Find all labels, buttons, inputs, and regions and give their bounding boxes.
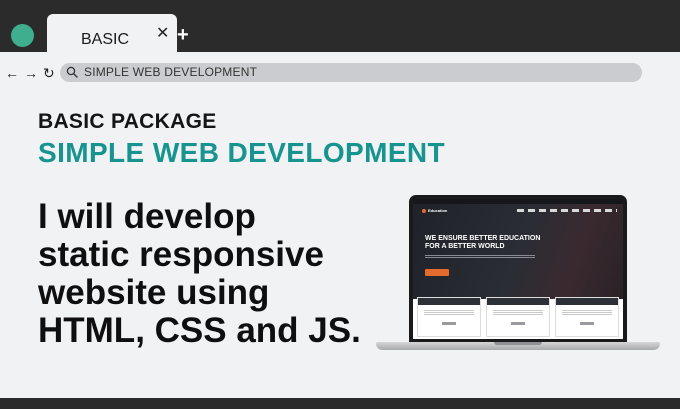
tab-label: BASIC: [81, 31, 130, 48]
site-card-text: [424, 310, 474, 316]
site-card: [486, 297, 550, 337]
site-topbar: [413, 199, 623, 204]
site-hero-text: [425, 255, 535, 259]
site-card-header: [487, 298, 549, 305]
headline-line: I will develop: [38, 197, 256, 236]
headline: I will develop static responsive website…: [38, 198, 388, 350]
site-hero-title: WE ENSURE BETTER EDUCATION FOR A BETTER …: [425, 235, 565, 251]
close-icon[interactable]: ✕: [156, 26, 169, 42]
site-card-button: [511, 322, 525, 325]
site-cards: [417, 297, 619, 337]
laptop-screen: Education WE ENSURE BETTER EDUCATION FOR…: [413, 199, 623, 339]
page-subtitle: SIMPLE WEB DEVELOPMENT: [38, 137, 446, 168]
site-card-header: [556, 298, 618, 305]
reload-icon[interactable]: ↻: [43, 65, 55, 81]
headline-line: HTML, CSS and JS.: [38, 311, 361, 350]
site-logo: Education: [422, 208, 447, 213]
address-text: SIMPLE WEB DEVELOPMENT: [84, 65, 258, 79]
address-bar[interactable]: SIMPLE WEB DEVELOPMENT: [60, 63, 642, 82]
laptop-mockup: Education WE ENSURE BETTER EDUCATION FOR…: [376, 195, 660, 355]
laptop-lid: Education WE ENSURE BETTER EDUCATION FOR…: [409, 195, 627, 343]
back-arrow-icon[interactable]: ←: [5, 65, 19, 81]
site-hero: Education WE ENSURE BETTER EDUCATION FOR…: [413, 199, 623, 299]
site-card-text: [493, 310, 543, 316]
window-status-dot: [11, 24, 34, 47]
site-card-button: [580, 322, 594, 325]
site-hero-button: [425, 269, 449, 276]
new-tab-icon[interactable]: +: [177, 25, 189, 45]
search-icon: [66, 66, 78, 78]
site-hero-title-line: FOR A BETTER WORLD: [425, 243, 505, 250]
headline-line: static responsive: [38, 235, 324, 274]
site-card-header: [418, 298, 480, 305]
site-menu: [517, 209, 617, 212]
tab-basic[interactable]: BASIC ✕: [47, 14, 177, 54]
site-card: [417, 297, 481, 337]
forward-arrow-icon[interactable]: →: [24, 65, 38, 81]
package-label: BASIC PACKAGE: [38, 110, 217, 133]
tab-bar: BASIC ✕ +: [0, 0, 680, 54]
headline-line: website using: [38, 273, 270, 312]
bottom-bar: [0, 398, 680, 409]
site-card-text: [562, 310, 612, 316]
site-card-button: [442, 322, 456, 325]
laptop-notch: [494, 342, 542, 345]
site-hero-title-line: WE ENSURE BETTER EDUCATION: [425, 235, 541, 242]
site-card: [555, 297, 619, 337]
